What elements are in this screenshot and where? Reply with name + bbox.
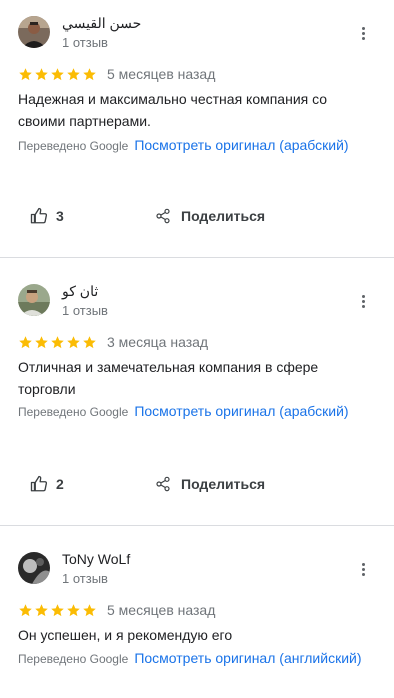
like-count: 2: [56, 476, 64, 492]
star-icon: [35, 335, 48, 348]
reviewer-avatar[interactable]: [18, 16, 50, 48]
thumb-up-icon: [30, 207, 48, 224]
original-language[interactable]: (арабский): [279, 137, 348, 153]
star-icon: [19, 603, 32, 616]
share-icon: [156, 476, 170, 492]
share-button[interactable]: Поделиться: [155, 470, 265, 498]
reviewer-name[interactable]: ToNy WoLf: [62, 551, 130, 567]
star-rating: [18, 603, 98, 618]
review-count: 1 отзыв: [62, 571, 108, 586]
review-actions: 3 Поделиться: [0, 202, 394, 230]
original-language[interactable]: (арабский): [279, 403, 348, 419]
translation-info: Переведено Google Посмотреть оригинал (ар…: [18, 401, 378, 423]
reviewer-avatar[interactable]: [18, 552, 50, 584]
thumb-up-icon: [30, 475, 48, 492]
rating-row: 3 месяца назад: [18, 334, 208, 350]
review-time-ago: 5 месяцев назад: [107, 66, 216, 82]
translation-info: Переведено Google Посмотреть оригинал (ан…: [18, 648, 378, 670]
more-vert-icon: [362, 27, 365, 30]
more-options-button[interactable]: [354, 561, 372, 579]
review-card: ToNy WoLf 1 отзыв 5 месяцев назад Он усп…: [0, 526, 394, 698]
star-rating: [18, 67, 98, 82]
star-icon: [51, 67, 64, 80]
review-text: Он успешен, и я рекомендую его: [18, 627, 233, 643]
share-label[interactable]: Поделиться: [181, 476, 265, 492]
star-icon: [83, 603, 96, 616]
view-original-label[interactable]: Посмотреть оригинал: [134, 403, 275, 419]
more-options-button[interactable]: [354, 293, 372, 311]
review-count: 1 отзыв: [62, 35, 108, 50]
share-label[interactable]: Поделиться: [181, 208, 265, 224]
star-icon: [35, 67, 48, 80]
review-actions: 2 Поделиться: [0, 470, 394, 498]
view-original-link[interactable]: Посмотреть оригинал (английский): [134, 650, 361, 666]
share-icon: [156, 208, 170, 224]
star-icon: [19, 67, 32, 80]
view-original-label[interactable]: Посмотреть оригинал: [134, 137, 275, 153]
more-options-button[interactable]: [354, 25, 372, 43]
reviewer-name[interactable]: حسن القيسي: [62, 15, 141, 32]
star-icon: [83, 67, 96, 80]
view-original-link[interactable]: Посмотреть оригинал (арабский): [134, 137, 348, 153]
share-button[interactable]: Поделиться: [155, 202, 265, 230]
like-count: 3: [56, 208, 64, 224]
star-icon: [67, 603, 80, 616]
more-vert-icon: [362, 295, 365, 298]
view-original-label[interactable]: Посмотреть оригинал: [134, 650, 275, 666]
review-count: 1 отзыв: [62, 303, 108, 318]
star-icon: [67, 67, 80, 80]
more-vert-icon: [362, 563, 365, 566]
review-text: Отличная и замечательная компания в сфер…: [18, 359, 319, 397]
star-icon: [83, 335, 96, 348]
rating-row: 5 месяцев назад: [18, 602, 215, 618]
star-icon: [19, 335, 32, 348]
star-rating: [18, 335, 98, 350]
review-card: ثان كو 1 отзыв 3 месяца назад Отличная и…: [0, 258, 394, 526]
review-time-ago: 3 месяца назад: [107, 334, 209, 350]
star-icon: [51, 603, 64, 616]
view-original-link[interactable]: Посмотреть оригинал (арабский): [134, 403, 348, 419]
like-button[interactable]: 2: [30, 470, 64, 498]
translation-info: Переведено Google Посмотреть оригинал (ар…: [18, 135, 378, 157]
original-language[interactable]: (английский): [279, 650, 361, 666]
star-icon: [67, 335, 80, 348]
review-text: Надежная и максимально честная компания …: [18, 91, 328, 129]
review-time-ago: 5 месяцев назад: [107, 602, 216, 618]
star-icon: [51, 335, 64, 348]
rating-row: 5 месяцев назад: [18, 66, 215, 82]
review-card: حسن القيسي 1 отзыв 5 месяцев назад Надеж…: [0, 0, 394, 258]
reviewer-name[interactable]: ثان كو: [62, 283, 98, 300]
translated-by-label: Переведено Google: [18, 139, 129, 153]
reviewer-avatar[interactable]: [18, 284, 50, 316]
star-icon: [35, 603, 48, 616]
like-button[interactable]: 3: [30, 202, 64, 230]
translated-by-label: Переведено Google: [18, 405, 129, 419]
translated-by-label: Переведено Google: [18, 652, 129, 666]
